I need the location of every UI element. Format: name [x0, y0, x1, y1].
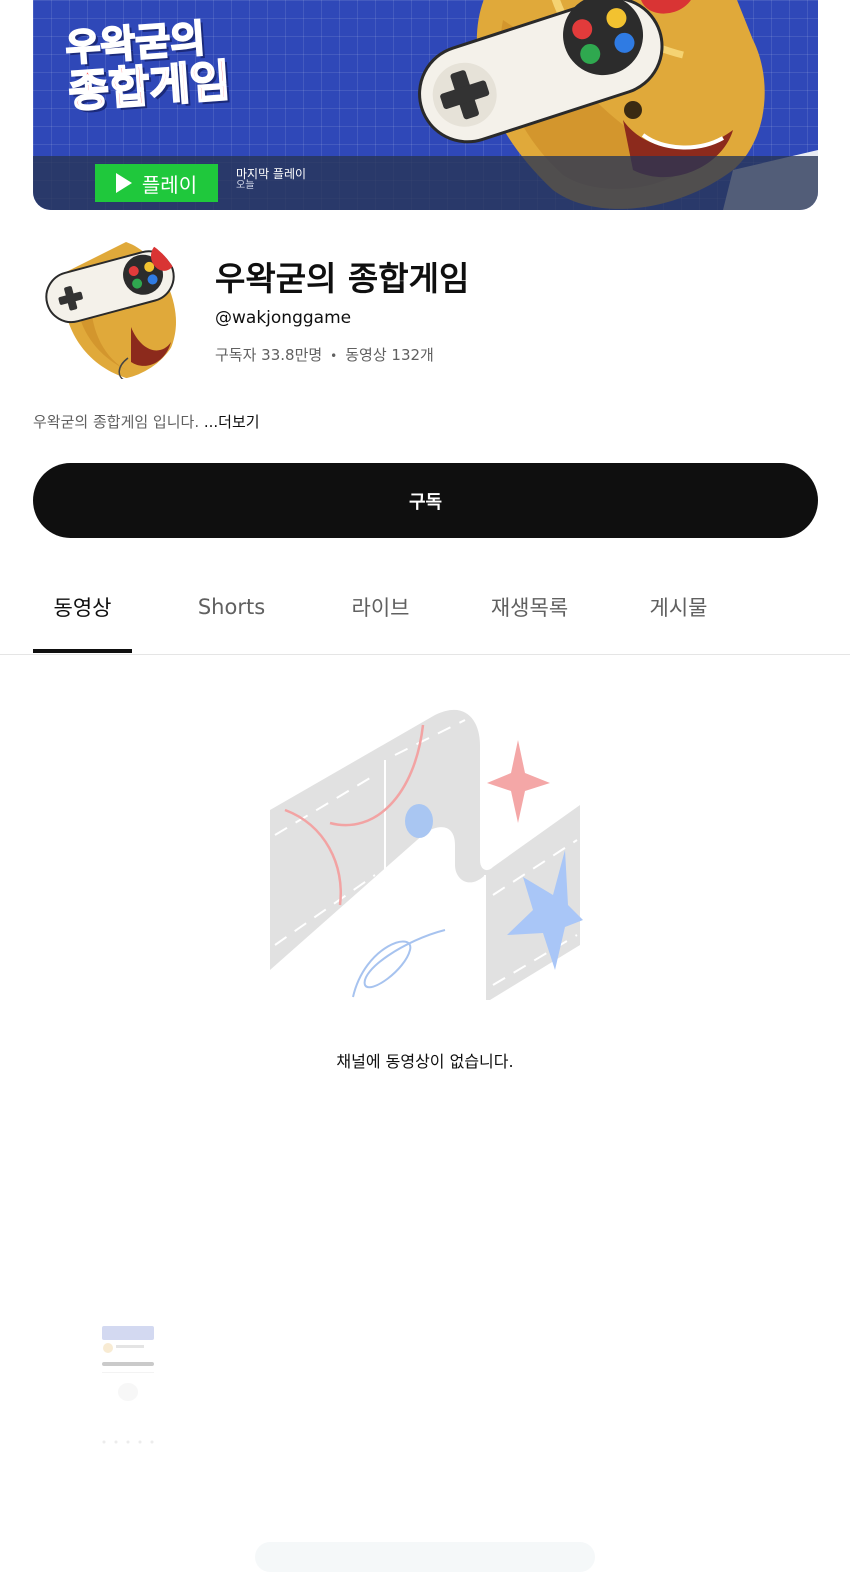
channel-banner[interactable]: 우왁굳의 종합게임 플레이 마지막 플레이 오늘	[33, 0, 818, 210]
tab-playlists[interactable]: 재생목록	[480, 560, 579, 653]
banner-play-bar: 플레이 마지막 플레이 오늘	[33, 156, 818, 210]
channel-description-text: 우왁굳의 종합게임 입니다.	[33, 413, 204, 431]
subscribe-button[interactable]: 구독	[33, 463, 818, 538]
last-play-info: 마지막 플레이 오늘	[236, 168, 306, 191]
overlay-thumbnail-icon	[100, 1318, 156, 1448]
empty-state-message: 채널에 동영상이 없습니다.	[336, 1052, 514, 1071]
avatar-artwork-icon	[36, 232, 184, 380]
tab-posts[interactable]: 게시물	[629, 560, 728, 653]
channel-handle: @wakjonggame	[215, 308, 352, 328]
last-play-label: 마지막 플레이	[236, 167, 307, 181]
channel-stats: 구독자 33.8만명 • 동영상 132개	[215, 344, 434, 365]
show-more-link[interactable]: ...더보기	[204, 413, 260, 431]
video-count: 동영상 132개	[345, 346, 434, 364]
play-icon	[115, 173, 132, 193]
empty-state-illustration-icon	[270, 709, 583, 1000]
tab-live[interactable]: 라이브	[331, 560, 430, 653]
tab-shorts[interactable]: Shorts	[182, 560, 281, 653]
channel-avatar[interactable]	[36, 232, 184, 380]
overlay-bottom-pill	[255, 1542, 595, 1572]
channel-description[interactable]: 우왁굳의 종합게임 입니다. ...더보기	[33, 411, 260, 432]
last-play-value: 오늘	[236, 179, 255, 191]
channel-title: 우왁굳의 종합게임	[215, 259, 470, 298]
stats-separator: •	[330, 349, 338, 363]
subscriber-count: 구독자 33.8만명	[215, 346, 323, 364]
channel-tabs: 동영상 Shorts 라이브 재생목록 게시물	[0, 560, 850, 655]
tab-videos[interactable]: 동영상	[33, 560, 132, 653]
banner-logo: 우왁굳의 종합게임	[63, 15, 270, 119]
play-button-label: 플레이	[141, 172, 198, 197]
play-button[interactable]: 플레이	[95, 164, 218, 202]
